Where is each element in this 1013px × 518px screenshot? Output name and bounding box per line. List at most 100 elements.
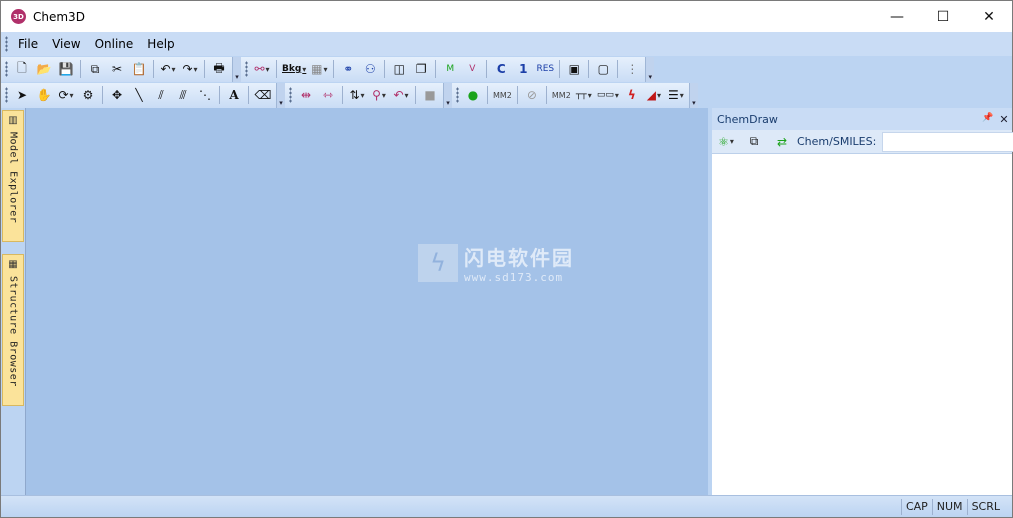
pin-icon[interactable]: 📌	[980, 113, 996, 126]
serial-number-button[interactable]: 1	[512, 58, 534, 80]
stereo-glasses-icon[interactable]: ⚇	[359, 58, 381, 80]
flip-horizontal-icon[interactable]: ⇹	[295, 84, 317, 106]
box-view-icon[interactable]: ◫	[388, 58, 410, 80]
save-icon[interactable]: 💾	[55, 58, 77, 80]
maximize-button[interactable]: ☐	[920, 1, 966, 32]
single-bond-icon[interactable]: ╲	[128, 84, 150, 106]
menu-file[interactable]: File	[11, 32, 45, 56]
window-title: Chem3D	[33, 9, 85, 24]
redo-icon[interactable]: ↷	[179, 58, 201, 80]
mm2-minimize-icon[interactable]: MM2	[491, 84, 514, 106]
separator	[588, 60, 590, 78]
paste-icon[interactable]: 📋	[128, 58, 150, 80]
axis-m-icon[interactable]: M	[439, 58, 461, 80]
hand-icon[interactable]: ✋	[33, 84, 55, 106]
file-toolbar: 🗋 📂 💾 ⧉ ✂ 📋 ↶ ↷ 🖶	[1, 56, 233, 82]
pane-close-icon[interactable]: ✕	[996, 113, 1012, 126]
chemdraw-mode-icon[interactable]: ⚛	[715, 131, 737, 153]
chemdraw-canvas[interactable]	[712, 154, 1012, 495]
separator	[80, 60, 81, 78]
menubar-grip[interactable]	[5, 36, 8, 52]
stereo-view-icon[interactable]: ⚭	[337, 58, 359, 80]
eraser-icon[interactable]: ⌫	[252, 84, 274, 106]
dashed-bond-icon[interactable]: ⋱	[194, 84, 216, 106]
copy-structure-icon[interactable]: ⧉	[743, 131, 765, 153]
new-file-icon[interactable]: 🗋	[11, 58, 33, 80]
select-arrow-icon[interactable]: ➤	[11, 84, 33, 106]
toolbar-overflow-chevron[interactable]: ▾	[277, 82, 285, 108]
toolbar-overflow-chevron[interactable]: ▾	[689, 82, 698, 108]
chemdraw-pane: ChemDraw 📌 ✕ ⚛ ⧉ ⇄ Chem/SMILES:	[712, 108, 1013, 495]
cancel-icon[interactable]: ⊘	[521, 84, 543, 106]
status-bar: CAP NUM SCRL	[1, 495, 1012, 517]
model-explorer-icon: ▥	[8, 115, 18, 126]
mm2-dynamics-icon[interactable]: MM2	[550, 84, 573, 106]
close-button[interactable]: ✕	[966, 1, 1012, 32]
gradient-icon[interactable]: ▦	[308, 58, 330, 80]
copy-icon[interactable]: ⧉	[84, 58, 106, 80]
toolbar-grip[interactable]	[456, 87, 459, 103]
lightning-icon[interactable]: ϟ	[621, 84, 643, 106]
measure-angle-icon[interactable]: ↶	[390, 84, 412, 106]
move-icon[interactable]: ✥	[106, 84, 128, 106]
toolbar-overflow-chevron[interactable]: ▾	[233, 56, 241, 82]
residue-label-button[interactable]: RES	[534, 58, 556, 80]
toolbar-grip[interactable]	[289, 87, 292, 103]
tab-model-explorer[interactable]: ▥ Model Explorer	[2, 110, 24, 242]
flip-vertical-icon[interactable]: ⇿	[317, 84, 339, 106]
axis-v-icon[interactable]: V	[461, 58, 483, 80]
separator	[204, 60, 205, 78]
carbon-label-button[interactable]: C	[490, 58, 512, 80]
toolbar-overflow-chevron[interactable]: ▾	[646, 56, 655, 82]
separator	[415, 86, 416, 104]
text-tool-icon[interactable]: A	[223, 84, 245, 106]
rotate-icon[interactable]: ⟳	[55, 84, 77, 106]
ramp-icon[interactable]: ◢	[643, 84, 665, 106]
building-toolbar: ➤ ✋ ⟳ ⚙ ✥ ╲ ⫽ ⫻ ⋱ A ⌫	[1, 82, 277, 108]
background-color-button[interactable]: Bkg	[280, 58, 308, 80]
menu-help[interactable]: Help	[140, 32, 181, 56]
green-dot-icon[interactable]: ●	[462, 84, 484, 106]
watermark-text: 闪电软件园 www.sd173.com	[464, 242, 574, 284]
open-folder-icon[interactable]: 📂	[33, 58, 55, 80]
bond-style-icon[interactable]: ⚯	[251, 58, 273, 80]
sort-icon[interactable]: ⇅	[346, 84, 368, 106]
trackball-icon[interactable]: ⚙	[77, 84, 99, 106]
measure-atom-icon[interactable]: ⚲	[368, 84, 390, 106]
triple-bond-icon[interactable]: ⫻	[172, 84, 194, 106]
cut-icon[interactable]: ✂	[106, 58, 128, 80]
pane-title: ChemDraw	[717, 112, 778, 126]
separator	[559, 60, 561, 78]
lines-icon[interactable]: ☰	[665, 84, 687, 106]
title-bar: 3D Chem3D — ☐ ✕	[1, 1, 1012, 32]
minimize-button[interactable]: —	[874, 1, 920, 32]
print-icon[interactable]: 🖶	[208, 58, 230, 80]
presentation-icon[interactable]: ▢	[592, 58, 614, 80]
model-canvas[interactable]: ϟ 闪电软件园 www.sd173.com	[25, 108, 708, 495]
toolbar-overflow-chevron[interactable]: ▾	[444, 82, 452, 108]
status-caps-lock: CAP	[900, 498, 932, 515]
menu-view[interactable]: View	[45, 32, 87, 56]
menu-bar: File View Online Help	[1, 32, 1012, 56]
toolbar-grip[interactable]	[5, 61, 8, 77]
separator	[102, 86, 103, 104]
stop-icon[interactable]: ■	[419, 84, 441, 106]
tab-structure-browser[interactable]: ▦ Structure Browser	[2, 254, 24, 406]
menu-online[interactable]: Online	[88, 32, 141, 56]
convert-structure-icon[interactable]: ⇄	[771, 131, 793, 153]
double-bond-icon[interactable]: ⫽	[150, 84, 172, 106]
toolbar-grip[interactable]	[5, 87, 8, 103]
toolbar-grip[interactable]	[245, 61, 248, 77]
smiles-input[interactable]	[882, 131, 1013, 152]
toolbar-row-1: 🗋 📂 💾 ⧉ ✂ 📋 ↶ ↷ 🖶 ▾ ⚯ Bkg ▦ ⚭ ⚇ ◫ ❐	[1, 56, 1012, 82]
watermark-logo-icon: ϟ	[418, 244, 458, 282]
status-num-lock: NUM	[931, 498, 967, 515]
ruler-icon[interactable]: ┬┬	[573, 84, 595, 106]
monitor-icon[interactable]: ▣	[563, 58, 585, 80]
tab-label: Model Explorer	[7, 132, 19, 224]
box-perspective-icon[interactable]: ❐	[410, 58, 432, 80]
undo-icon[interactable]: ↶	[157, 58, 179, 80]
ruler-blocks-icon[interactable]: ▭▭	[595, 84, 621, 106]
more-options-icon[interactable]: ⋮	[621, 58, 643, 80]
status-scroll-lock: SCRL	[966, 498, 1004, 515]
